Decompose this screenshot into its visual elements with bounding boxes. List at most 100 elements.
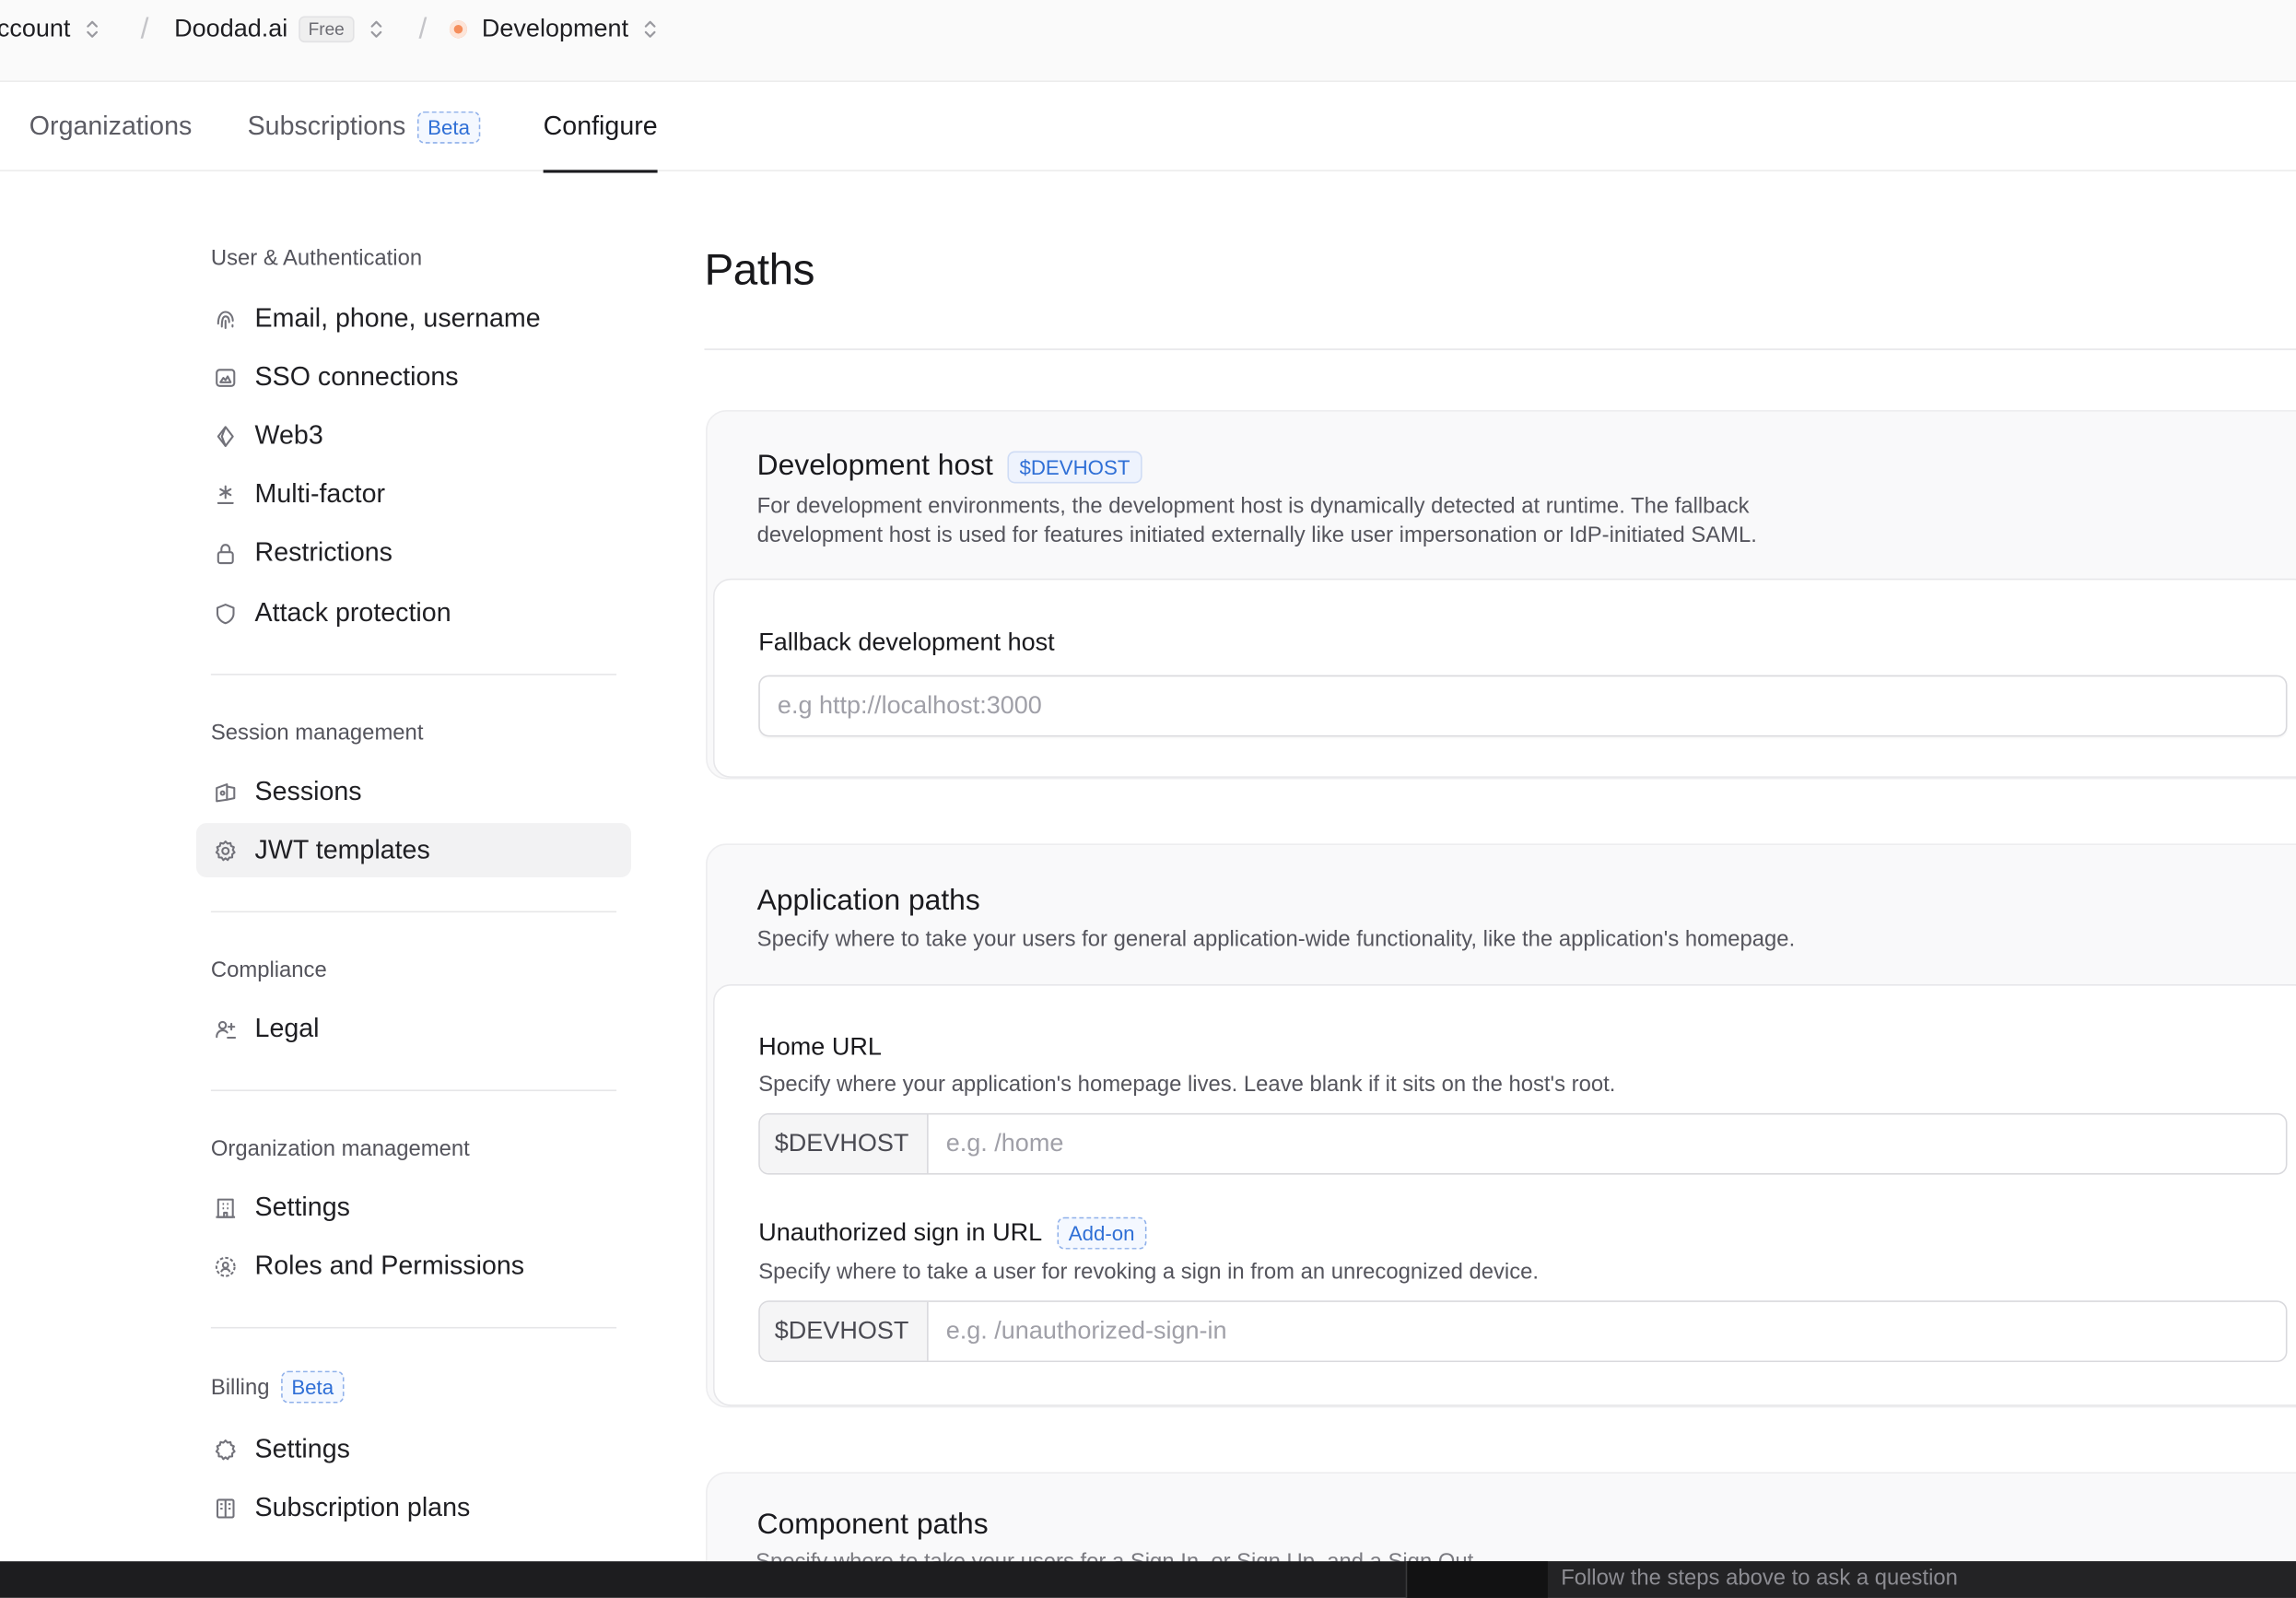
section-title-organization-management: Organization management — [210, 1136, 470, 1162]
section-title-user-auth: User & Authentication — [210, 246, 423, 272]
section-title-compliance: Compliance — [210, 958, 327, 983]
sidebar-item-label: JWT templates — [254, 834, 430, 864]
card-description-line: development host is used for features in… — [756, 523, 1757, 548]
sidebar-item-label: Email, phone, username — [254, 302, 541, 333]
building-icon — [216, 1197, 236, 1217]
sidebar-item-subscription-plans[interactable]: Subscription plans — [196, 1481, 631, 1535]
tab-label: Configure — [543, 111, 658, 141]
card-body: Fallback development host — [712, 578, 2296, 778]
ask-question-button[interactable] — [1407, 1561, 1548, 1598]
breadcrumb-separator: / — [418, 13, 428, 46]
breadcrumb-separator: / — [140, 13, 149, 46]
card-description: Specify where to take your users for gen… — [756, 927, 1796, 953]
home-url-field: $DEVHOST — [758, 1112, 2288, 1175]
sidebar-item-label: Roles and Permissions — [254, 1251, 525, 1281]
tab-organizations[interactable]: Organizations — [29, 82, 193, 171]
tab-subscriptions[interactable]: Subscriptions Beta — [248, 82, 481, 171]
card-title: Component paths — [756, 1508, 989, 1541]
sidebar-divider — [210, 911, 617, 913]
chevron-updown-icon — [87, 20, 99, 38]
unauthorized-sign-in-help: Specify where to take a user for revokin… — [758, 1259, 1540, 1285]
card-description-line: For development environments, the develo… — [756, 493, 1750, 519]
sidebar-item-roles-and-permissions[interactable]: Roles and Permissions — [196, 1240, 631, 1294]
sidebar-item-sso-connections[interactable]: SSO connections — [196, 350, 631, 405]
beta-badge: Beta — [417, 110, 481, 143]
sidebar-item-web3[interactable]: Web3 — [196, 408, 631, 463]
lock-icon — [217, 543, 234, 564]
sidebar-item-multi-factor[interactable]: Multi-factor — [196, 467, 631, 522]
environment-label: Development — [481, 14, 629, 43]
sessions-icon — [216, 782, 236, 802]
devhost-prefix: $DEVHOST — [759, 1301, 929, 1361]
card-title: Application paths — [756, 884, 980, 917]
sidebar-item-restrictions[interactable]: Restrictions — [196, 526, 631, 581]
sidebar-item-attack-protection[interactable]: Attack protection — [196, 586, 631, 640]
card-title-text: Development host — [756, 449, 993, 482]
web3-icon — [217, 425, 234, 447]
tab-configure[interactable]: Configure — [543, 82, 658, 173]
section-title-session-management: Session management — [210, 720, 424, 746]
gear-icon — [215, 1439, 236, 1460]
environment-switcher[interactable]: Development — [449, 0, 658, 59]
application-switcher[interactable]: Doodad.ai Free — [174, 0, 384, 59]
sso-icon — [216, 368, 236, 387]
sidebar-item-label: Subscription plans — [254, 1492, 471, 1522]
card-body: Home URL Specify where your application'… — [712, 984, 2296, 1406]
sidebar-item-email-phone-username[interactable]: Email, phone, username — [196, 291, 631, 346]
sidebar-item-jwt-templates[interactable]: JWT templates — [195, 823, 631, 877]
field-label-text: Unauthorized sign in URL — [758, 1218, 1043, 1247]
plans-icon — [216, 1498, 235, 1518]
beta-badge: Beta — [281, 1370, 345, 1404]
chevron-updown-icon — [645, 20, 656, 38]
bottom-bar: Follow the steps above to ask a question — [0, 1561, 2296, 1598]
sidebar-item-label: Restrictions — [254, 537, 392, 568]
sidebar-item-label: Settings — [254, 1433, 350, 1463]
tab-label: Organizations — [29, 111, 193, 141]
plan-badge: Free — [298, 16, 355, 43]
sidebar-divider — [210, 1326, 617, 1329]
section-title-billing: Billing Beta — [211, 1370, 345, 1404]
app-name: Doodad.ai — [174, 14, 288, 43]
gear-icon — [215, 840, 236, 861]
sidebar: User & Authentication Email, phone, user… — [0, 173, 674, 1565]
page-title: Paths — [704, 246, 814, 295]
sidebar-item-label: Web3 — [254, 420, 323, 450]
card-title: Development host $DEVHOST — [757, 450, 1142, 484]
account-label: ccount — [0, 14, 71, 43]
sidebar-item-sessions[interactable]: Sessions — [196, 765, 631, 819]
ask-question-box[interactable]: Follow the steps above to ask a question — [1405, 1561, 2296, 1598]
unauthorized-sign-in-label: Unauthorized sign in URL Add-on — [758, 1216, 1147, 1250]
sidebar-divider — [210, 1089, 617, 1092]
roles-icon — [215, 1256, 236, 1276]
devhost-badge: $DEVHOST — [1007, 450, 1142, 483]
sidebar-item-label: SSO connections — [254, 361, 459, 392]
addon-badge: Add-on — [1057, 1216, 1147, 1250]
chevron-updown-icon — [370, 20, 382, 38]
tab-label: Subscriptions — [247, 111, 406, 141]
fallback-host-input[interactable] — [758, 675, 2288, 737]
asterisk-icon — [217, 484, 234, 504]
sidebar-item-label: Legal — [254, 1013, 320, 1043]
legal-icon — [216, 1020, 237, 1039]
home-url-input[interactable] — [928, 1114, 2286, 1174]
fallback-host-label: Fallback development host — [758, 628, 1055, 657]
sidebar-item-label: Multi-factor — [254, 478, 386, 509]
account-switcher[interactable]: ccount — [0, 0, 100, 59]
sidebar-item-legal[interactable]: Legal — [196, 1002, 631, 1056]
sidebar-item-label: Sessions — [254, 776, 362, 806]
environment-status-dot — [449, 20, 467, 39]
top-bar: ccount / Doodad.ai Free / Development — [0, 0, 2296, 83]
home-url-label: Home URL — [758, 1032, 882, 1061]
sidebar-item-organization-settings[interactable]: Settings — [196, 1181, 631, 1235]
fingerprint-icon — [217, 310, 234, 329]
sidebar-divider — [210, 674, 617, 676]
unauthorized-sign-in-input[interactable] — [928, 1301, 2286, 1361]
ask-question-prompt: Follow the steps above to ask a question — [1561, 1565, 1958, 1591]
sidebar-item-billing-settings[interactable]: Settings — [196, 1422, 631, 1476]
card-description: For development environments, the develo… — [757, 492, 1757, 551]
application-paths-card: Application paths Specify where to take … — [706, 843, 2296, 1408]
sidebar-item-label: Settings — [254, 1192, 350, 1222]
shield-icon — [216, 603, 235, 624]
main-tabs: Organizations Subscriptions Beta Configu… — [0, 82, 2296, 173]
home-url-help: Specify where your application's homepag… — [758, 1072, 1616, 1098]
